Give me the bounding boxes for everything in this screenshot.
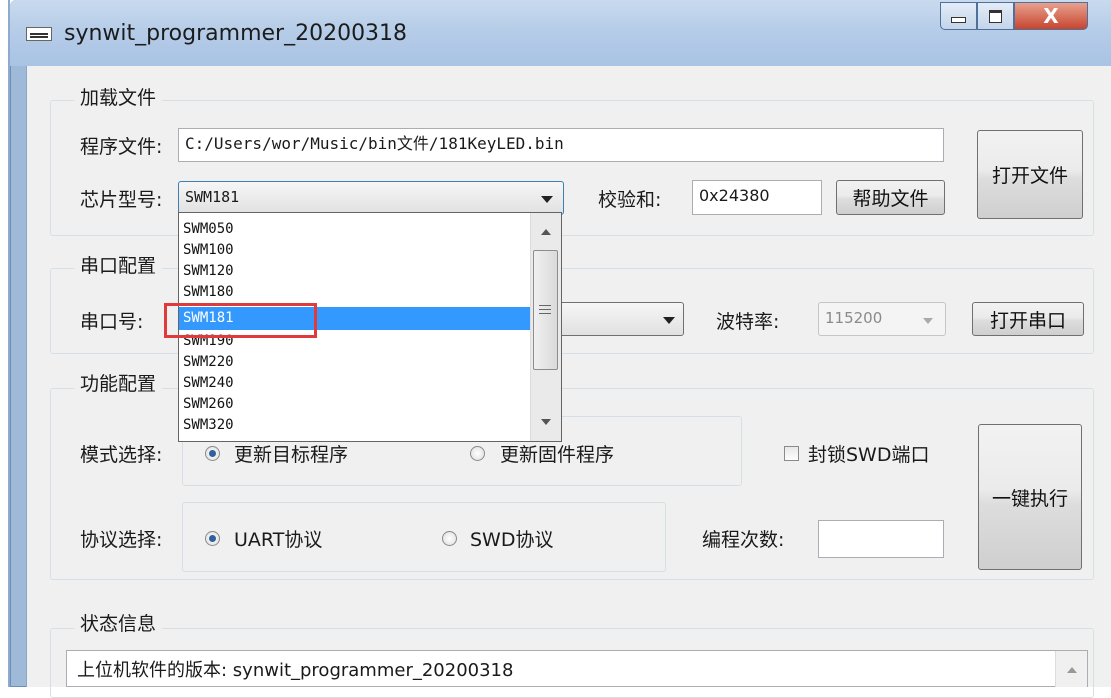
protocol-uart-label: UART协议	[234, 529, 323, 551]
help-file-button[interactable]: 帮助文件	[836, 180, 945, 215]
mode-firmware-radio[interactable]	[470, 446, 485, 461]
baud-rate-label: 波特率:	[716, 311, 780, 333]
grip-icon	[539, 309, 551, 310]
minimize-button[interactable]	[940, 2, 977, 30]
dropdown-option[interactable]: SWM100	[179, 240, 530, 261]
mode-target-label: 更新目标程序	[234, 444, 349, 466]
open-file-button[interactable]: 打开文件	[977, 130, 1083, 219]
chip-model-label: 芯片型号:	[80, 189, 163, 211]
mode-label: 模式选择:	[80, 444, 163, 466]
protocol-swd-label: SWD协议	[470, 529, 554, 551]
protocol-uart-radio[interactable]	[205, 531, 220, 546]
baud-rate-select[interactable]: 115200	[818, 302, 946, 336]
selection-highlight-box	[164, 303, 317, 338]
dropdown-scroll-thumb[interactable]	[533, 250, 558, 370]
mode-target-radio[interactable]	[205, 446, 220, 461]
dropdown-option[interactable]: SWM320	[179, 415, 530, 436]
lock-swd-label: 封锁SWD端口	[808, 444, 930, 466]
scroll-down-icon[interactable]	[541, 419, 551, 425]
dropdown-option[interactable]: SWM180	[179, 282, 530, 303]
chevron-down-icon	[663, 317, 675, 324]
close-button[interactable]: X	[1014, 2, 1088, 30]
serial-port-label: 串口号:	[80, 311, 144, 333]
mode-firmware-label: 更新固件程序	[500, 444, 615, 466]
grip-icon	[539, 313, 551, 314]
program-file-label: 程序文件:	[80, 136, 163, 158]
maximize-icon	[989, 9, 1002, 23]
program-file-input[interactable]: C:/Users/wor/Music/bin文件/181KeyLED.bin	[178, 128, 944, 162]
protocol-swd-radio[interactable]	[442, 531, 457, 546]
status-scrollbar[interactable]	[1055, 651, 1087, 687]
close-icon: X	[1043, 4, 1059, 28]
dropdown-option[interactable]: SWM050	[179, 219, 530, 240]
open-port-button[interactable]: 打开串口	[972, 302, 1084, 336]
scroll-up-icon[interactable]	[541, 229, 551, 235]
chip-model-value: SWM181	[185, 188, 240, 206]
dropdown-option[interactable]: SWM120	[179, 261, 530, 282]
status-log-line: 上位机软件的版本: synwit_programmer_20200318	[77, 660, 514, 681]
scroll-up-icon	[1067, 667, 1077, 673]
execute-button[interactable]: 一键执行	[978, 424, 1082, 570]
status-group-title: 状态信息	[74, 612, 163, 636]
open-port-button-label: 打开串口	[989, 309, 1066, 332]
grip-icon	[539, 305, 551, 306]
execute-button-label: 一键执行	[991, 487, 1068, 510]
dropdown-option[interactable]: SWM220	[179, 352, 530, 373]
protocol-label: 协议选择:	[80, 529, 163, 551]
status-log[interactable]: 上位机软件的版本: synwit_programmer_20200318	[66, 650, 1088, 687]
dropdown-option[interactable]: SWM260	[179, 394, 530, 415]
file-group-title: 加载文件	[74, 86, 163, 110]
minimize-icon	[951, 17, 966, 23]
program-count-input[interactable]	[818, 520, 944, 558]
serial-group-title: 串口配置	[74, 254, 163, 278]
chevron-down-icon	[923, 318, 933, 324]
checksum-label: 校验和:	[598, 189, 662, 211]
checksum-field: 0x24380	[692, 180, 822, 215]
open-file-button-label: 打开文件	[991, 165, 1068, 187]
help-file-button-label: 帮助文件	[852, 188, 929, 210]
dropdown-option[interactable]: SWM240	[179, 373, 530, 394]
function-group-title: 功能配置	[74, 372, 163, 396]
chevron-down-icon	[541, 196, 553, 203]
app-icon	[26, 27, 52, 41]
maximize-button[interactable]	[977, 2, 1014, 30]
lock-swd-checkbox[interactable]	[784, 446, 799, 461]
program-count-label: 编程次数:	[702, 529, 785, 551]
window-title: synwit_programmer_20200318	[64, 21, 408, 46]
chip-model-select[interactable]: SWM181	[178, 181, 564, 215]
